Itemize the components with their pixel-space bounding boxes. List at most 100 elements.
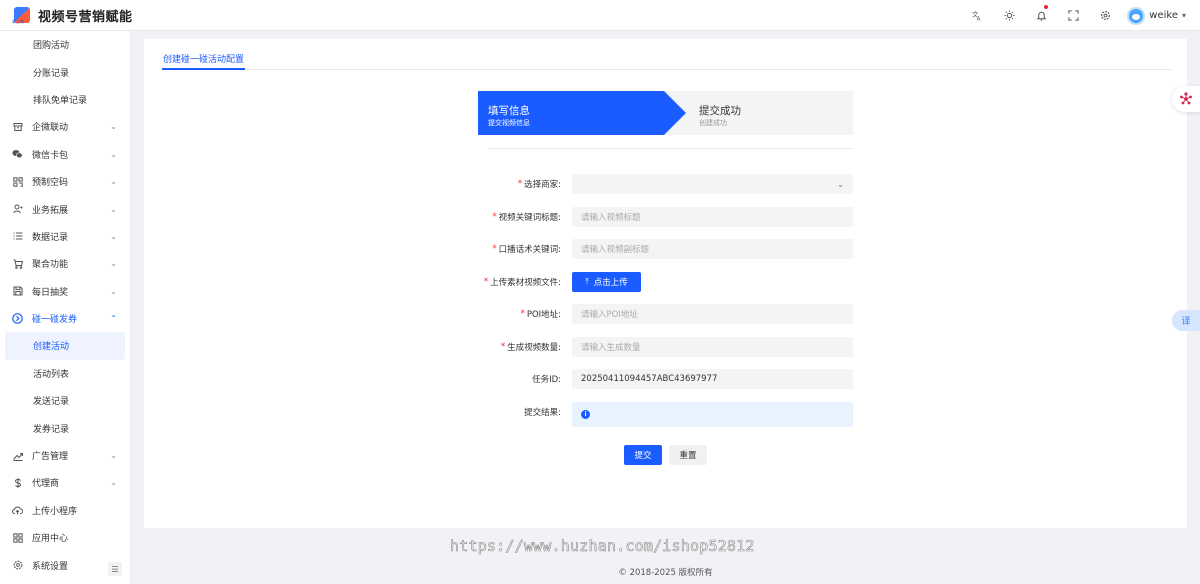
poi-input[interactable]: 请输入POI地址 <box>572 304 853 324</box>
sidebar-item-group-buy[interactable]: 团购活动 <box>0 31 130 58</box>
sidebar-item-label: 发券记录 <box>33 424 70 435</box>
oral-keyword-row: * 口播话术关键词: 请输入视频副标题 <box>454 239 854 259</box>
translate-icon[interactable]: 文A <box>961 0 993 31</box>
save-icon <box>12 286 23 297</box>
sidebar-collapse-icon[interactable]: ☰ <box>108 562 122 576</box>
sidebar-item-label: 上传小程序 <box>32 506 78 517</box>
chevron-down-icon: ⌄ <box>110 286 117 296</box>
sidebar-item-activity-list[interactable]: 活动列表 <box>0 360 130 387</box>
main-content: 创建碰一碰活动配置 填写信息 提交视频信息 提交成功 创建成功 * 选择商家: ⌄… <box>144 39 1187 528</box>
top-header: 掌上商 视频号营销赋能 文A weike ▾ <box>0 0 1200 31</box>
user-name[interactable]: weike <box>1149 10 1178 21</box>
list-icon <box>12 231 23 242</box>
floating-translate-button[interactable]: 译 <box>1172 310 1200 331</box>
sidebar-item-label: 团购活动 <box>33 41 70 52</box>
poi-label: * POI地址: <box>520 309 561 320</box>
reset-button[interactable]: 重置 <box>669 445 707 465</box>
sidebar-item-label: 聚合功能 <box>32 260 69 271</box>
sidebar-item-wechat-card[interactable]: 微信卡包 ⌄ <box>0 141 130 168</box>
sidebar: 团购活动 分账记录 排队免单记录 企微联动 ⌄ 微信卡包 ⌄ 预制空码 ⌄ 业务… <box>0 31 131 584</box>
sidebar-item-coupon-records[interactable]: 发券记录 <box>0 414 130 441</box>
oral-keyword-input[interactable]: 请输入视频副标题 <box>572 239 853 259</box>
step-title: 提交成功 <box>699 105 741 117</box>
sidebar-item-business-expansion[interactable]: 业务拓展 ⌄ <box>0 195 130 222</box>
avatar[interactable] <box>1127 6 1146 25</box>
task-id-row: 任务ID: 20250411094457ABC43697977 <box>454 369 854 389</box>
sidebar-item-label: 业务拓展 <box>32 205 69 216</box>
chevron-down-icon: ⌄ <box>110 204 117 214</box>
theme-icon[interactable] <box>993 0 1025 31</box>
trend-icon <box>12 450 23 461</box>
poi-row: * POI地址: 请输入POI地址 <box>454 304 854 324</box>
sidebar-item-tap-coupon[interactable]: 碰一碰发券 ⌃ <box>0 305 130 332</box>
cart-icon <box>12 258 23 269</box>
sidebar-item-wecom[interactable]: 企微联动 ⌄ <box>0 113 130 140</box>
sidebar-item-label: 系统设置 <box>32 561 69 572</box>
floating-assistant-icon[interactable] <box>1172 86 1200 112</box>
task-id-label: 任务ID: <box>532 375 561 385</box>
result-label: 提交结果: <box>524 408 561 418</box>
upload-label: * 上传素材视频文件: <box>483 277 561 288</box>
sidebar-item-label: 数据记录 <box>32 232 69 243</box>
sidebar-item-label: 碰一碰发券 <box>32 315 78 326</box>
upload-button[interactable]: ⤒ 点击上传 <box>572 272 641 292</box>
chevron-down-icon: ⌄ <box>110 231 117 241</box>
keyword-title-row: * 视频关键词标题: 请输入视频标题 <box>454 207 854 227</box>
chevron-up-icon: ⌃ <box>110 314 117 324</box>
merchant-row: * 选择商家: ⌄ <box>454 174 854 194</box>
sidebar-item-app-center[interactable]: 应用中心 <box>0 524 130 551</box>
count-row: * 生成视频数量: 请输入生成数量 <box>454 337 854 357</box>
sidebar-item-create-activity[interactable]: 创建活动 <box>5 332 125 360</box>
settings-icon[interactable] <box>1089 0 1121 31</box>
merchant-select[interactable]: ⌄ <box>572 174 853 194</box>
sidebar-item-label: 发送记录 <box>33 397 70 408</box>
steps-bar: 填写信息 提交视频信息 提交成功 创建成功 <box>478 91 853 135</box>
user-menu[interactable]: weike ▾ <box>1127 6 1186 25</box>
bell-icon[interactable] <box>1025 0 1057 31</box>
sidebar-item-label: 排队免单记录 <box>33 95 88 106</box>
tab-create-activity-config[interactable]: 创建碰一碰活动配置 <box>162 49 246 70</box>
sidebar-item-data-records[interactable]: 数据记录 ⌄ <box>0 223 130 250</box>
sidebar-item-split-records[interactable]: 分账记录 <box>0 58 130 85</box>
sidebar-item-label: 微信卡包 <box>32 150 69 161</box>
box-icon <box>12 121 23 132</box>
dollar-icon <box>12 477 23 488</box>
step-title: 填写信息 <box>488 105 530 117</box>
sidebar-item-daily-lottery[interactable]: 每日抽奖 ⌄ <box>0 278 130 305</box>
submit-button[interactable]: 提交 <box>624 445 662 465</box>
chevron-down-icon: ⌄ <box>110 451 117 461</box>
step-desc: 创建成功 <box>699 119 727 127</box>
merchant-label: * 选择商家: <box>517 179 561 190</box>
qrcode-icon <box>12 176 23 187</box>
task-id-field[interactable]: 20250411094457ABC43697977 <box>572 369 853 389</box>
user-plus-icon <box>12 204 23 215</box>
logo-subtext: 掌上商 <box>12 19 24 24</box>
sidebar-item-preset-code[interactable]: 预制空码 ⌄ <box>0 168 130 195</box>
sidebar-item-label: 应用中心 <box>32 534 69 545</box>
grid-icon <box>12 532 23 543</box>
sidebar-item-label: 代理商 <box>32 479 60 490</box>
sidebar-item-queue-free-records[interactable]: 排队免单记录 <box>0 86 130 113</box>
sidebar-item-label: 创建活动 <box>33 342 70 353</box>
keyword-title-label: * 视频关键词标题: <box>492 212 561 223</box>
sidebar-item-label: 企微联动 <box>32 123 69 134</box>
result-alert: i <box>572 402 853 427</box>
keyword-title-input[interactable]: 请输入视频标题 <box>572 207 853 227</box>
info-icon: i <box>581 410 590 419</box>
header-actions: 文A weike ▾ <box>961 0 1200 31</box>
sidebar-item-aggregate[interactable]: 聚合功能 ⌄ <box>0 250 130 277</box>
tab-bar: 创建碰一碰活动配置 <box>162 49 1172 70</box>
chevron-down-icon[interactable]: ▾ <box>1182 11 1186 20</box>
chevron-down-icon: ⌄ <box>110 177 117 187</box>
chevron-down-icon: ⌄ <box>110 149 117 159</box>
sidebar-item-agent[interactable]: 代理商 ⌄ <box>0 469 130 496</box>
count-input[interactable]: 请输入生成数量 <box>572 337 853 357</box>
sidebar-item-send-records[interactable]: 发送记录 <box>0 387 130 414</box>
chevron-down-icon: ⌄ <box>837 179 844 189</box>
chevron-down-icon: ⌄ <box>110 478 117 488</box>
sidebar-item-ad-management[interactable]: 广告管理 ⌄ <box>0 442 130 469</box>
chevron-down-icon: ⌄ <box>110 122 117 132</box>
fullscreen-icon[interactable] <box>1057 0 1089 31</box>
sidebar-item-upload-miniapp[interactable]: 上传小程序 <box>0 497 130 524</box>
oral-keyword-label: * 口播话术关键词: <box>492 244 561 255</box>
